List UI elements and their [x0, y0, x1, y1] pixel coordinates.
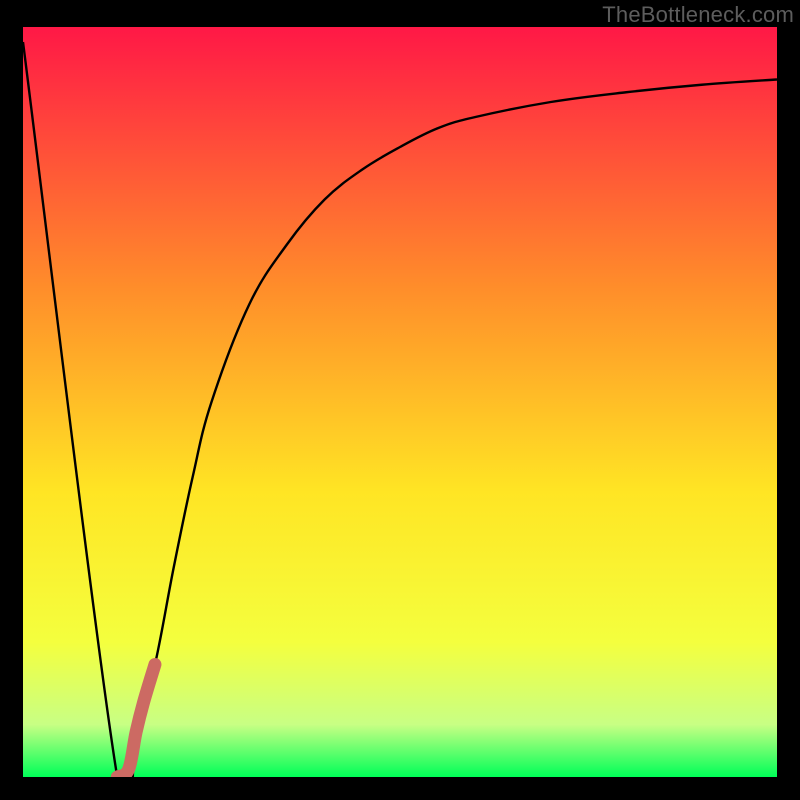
chart-svg — [23, 27, 777, 777]
gradient-background — [23, 27, 777, 777]
attribution-label: TheBottleneck.com — [602, 2, 794, 28]
chart-container: TheBottleneck.com — [0, 0, 800, 800]
plot-area — [23, 27, 777, 777]
